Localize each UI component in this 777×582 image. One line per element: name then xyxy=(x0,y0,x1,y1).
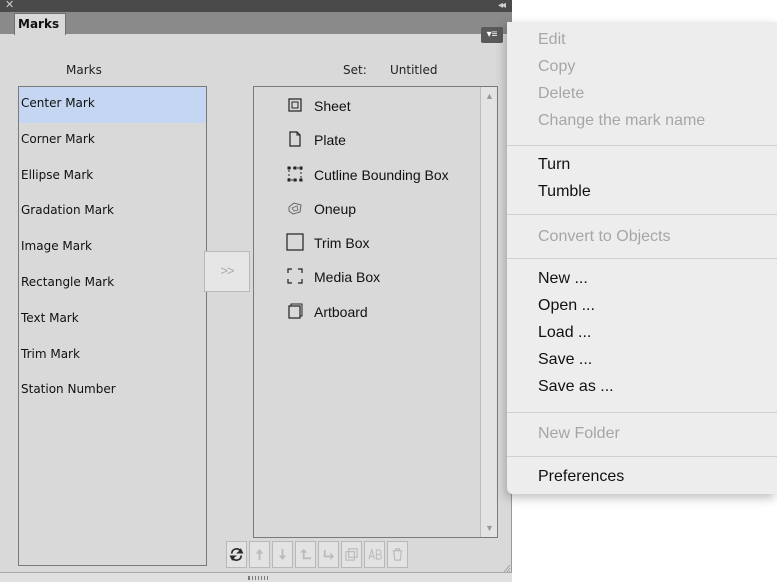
set-name: Untitled xyxy=(390,63,438,77)
menu-item-convert-to-objects[interactable]: Convert to Objects xyxy=(538,228,671,246)
panel-titlebar: ✕ ◂◂ xyxy=(0,0,512,12)
move-out-button[interactable] xyxy=(295,541,316,568)
close-icon[interactable]: ✕ xyxy=(5,0,14,12)
menu-item-edit[interactable]: Edit xyxy=(538,31,566,49)
tree-item-label: Sheet xyxy=(314,98,351,114)
trim-box-icon xyxy=(286,233,304,251)
tree-item-trim-box[interactable]: Trim Box xyxy=(254,224,497,258)
duplicate-button[interactable] xyxy=(341,541,362,568)
plate-icon xyxy=(289,131,301,147)
move-out-icon xyxy=(299,548,312,560)
list-item[interactable]: Rectangle Mark xyxy=(19,266,206,302)
tree-item-plate[interactable]: Plate xyxy=(254,121,497,155)
marks-panel: ✕ ◂◂ Marks ▾≡ Marks Set: Untitled Center… xyxy=(0,0,512,582)
tree-item-sheet[interactable]: Sheet xyxy=(254,87,497,121)
scroll-down-icon[interactable]: ▼ xyxy=(485,523,494,533)
list-item-label: Image Mark xyxy=(21,239,92,254)
move-up-button[interactable] xyxy=(249,541,270,568)
tree-item-label: Cutline Bounding Box xyxy=(314,166,449,183)
menu-item-copy[interactable]: Copy xyxy=(538,58,575,76)
menu-item-new-folder[interactable]: New Folder xyxy=(538,425,620,443)
scrollbar[interactable]: ▲ ▼ xyxy=(480,87,497,537)
cutline-bounding-box-icon xyxy=(287,166,303,182)
drag-handle-icon[interactable] xyxy=(248,576,268,580)
trash-button[interactable] xyxy=(387,541,408,568)
menu-item-change-mark-name[interactable]: Change the mark name xyxy=(538,112,705,130)
marks-list: Center Mark Corner Mark Ellipse Mark Gra… xyxy=(18,86,207,566)
list-item-label: Rectangle Mark xyxy=(21,274,115,289)
list-item-label: Corner Mark xyxy=(21,131,95,146)
list-item-label: Ellipse Mark xyxy=(21,167,94,182)
move-in-icon xyxy=(323,549,335,561)
tree-item-label: Plate xyxy=(314,132,346,149)
list-item[interactable]: Gradation Mark xyxy=(19,194,206,230)
list-item[interactable]: Station Number xyxy=(19,373,206,409)
menu-item-new[interactable]: New ... xyxy=(538,270,588,288)
move-down-button[interactable] xyxy=(272,541,293,568)
list-item[interactable]: Ellipse Mark xyxy=(19,159,206,195)
list-item[interactable]: Center Mark xyxy=(19,87,206,123)
list-item[interactable]: Text Mark xyxy=(19,302,206,338)
rename-icon xyxy=(368,547,382,560)
list-item-label: Gradation Mark xyxy=(21,203,114,218)
panel-menu-button[interactable]: ▾≡ xyxy=(481,27,503,43)
tree-item-oneup[interactable]: Oneup xyxy=(254,190,497,224)
move-down-icon xyxy=(278,548,287,561)
refresh-button[interactable] xyxy=(226,541,247,568)
collapse-icon[interactable]: ◂◂ xyxy=(498,0,506,12)
list-item-label: Text Mark xyxy=(21,310,79,325)
menu-item-save-as[interactable]: Save as ... xyxy=(538,378,614,396)
tree-item-label: Media Box xyxy=(314,269,381,286)
menu-separator xyxy=(507,145,777,146)
sheet-icon xyxy=(288,98,302,112)
list-item-label: Center Mark xyxy=(21,96,95,110)
artboard-icon xyxy=(288,303,303,319)
list-item-label: Trim Mark xyxy=(21,346,80,361)
duplicate-icon xyxy=(345,548,358,561)
panel-menu-icon: ▾≡ xyxy=(486,29,498,40)
menu-item-preferences[interactable]: Preferences xyxy=(538,468,624,486)
marks-header: Marks xyxy=(66,63,102,77)
oneup-icon xyxy=(288,202,302,215)
panel-context-menu: Edit Copy Delete Change the mark name Tu… xyxy=(507,22,777,494)
set-label: Set: xyxy=(343,63,367,77)
menu-item-tumble[interactable]: Tumble xyxy=(538,183,591,201)
menu-item-save[interactable]: Save ... xyxy=(538,351,592,369)
panel-tab-row xyxy=(0,12,512,34)
tree-item-label: Oneup xyxy=(314,200,357,217)
tree-item-label: Artboard xyxy=(314,303,368,320)
tab-marks[interactable]: Marks xyxy=(14,13,66,35)
menu-item-open[interactable]: Open ... xyxy=(538,297,595,315)
menu-item-turn[interactable]: Turn xyxy=(538,156,570,174)
tree-item-artboard[interactable]: Artboard xyxy=(254,293,497,327)
list-item[interactable]: Image Mark xyxy=(19,230,206,266)
trash-icon xyxy=(392,548,403,561)
set-tree: Sheet Plate Cutline Bounding Box Oneup T… xyxy=(253,86,498,538)
refresh-icon xyxy=(229,548,244,561)
tree-item-media-box[interactable]: Media Box xyxy=(254,258,497,292)
menu-separator xyxy=(507,258,777,259)
scroll-up-icon[interactable]: ▲ xyxy=(485,91,494,101)
menu-item-delete[interactable]: Delete xyxy=(538,85,584,103)
tree-item-cutline-bounding-box[interactable]: Cutline Bounding Box xyxy=(254,156,497,190)
tree-item-label: Trim Box xyxy=(314,235,370,252)
menu-separator xyxy=(507,214,777,215)
list-item-label: Station Number xyxy=(21,382,116,397)
menu-separator xyxy=(507,456,777,457)
media-box-icon xyxy=(287,268,303,285)
list-item[interactable]: Corner Mark xyxy=(19,123,206,159)
menu-separator xyxy=(507,412,777,413)
panel-toolbar xyxy=(226,541,498,569)
move-up-icon xyxy=(255,548,264,561)
menu-item-load[interactable]: Load ... xyxy=(538,324,591,342)
rename-button[interactable] xyxy=(364,541,385,568)
add-mark-button[interactable]: >> xyxy=(204,251,250,292)
list-item[interactable]: Trim Mark xyxy=(19,338,206,374)
move-in-button[interactable] xyxy=(318,541,339,568)
